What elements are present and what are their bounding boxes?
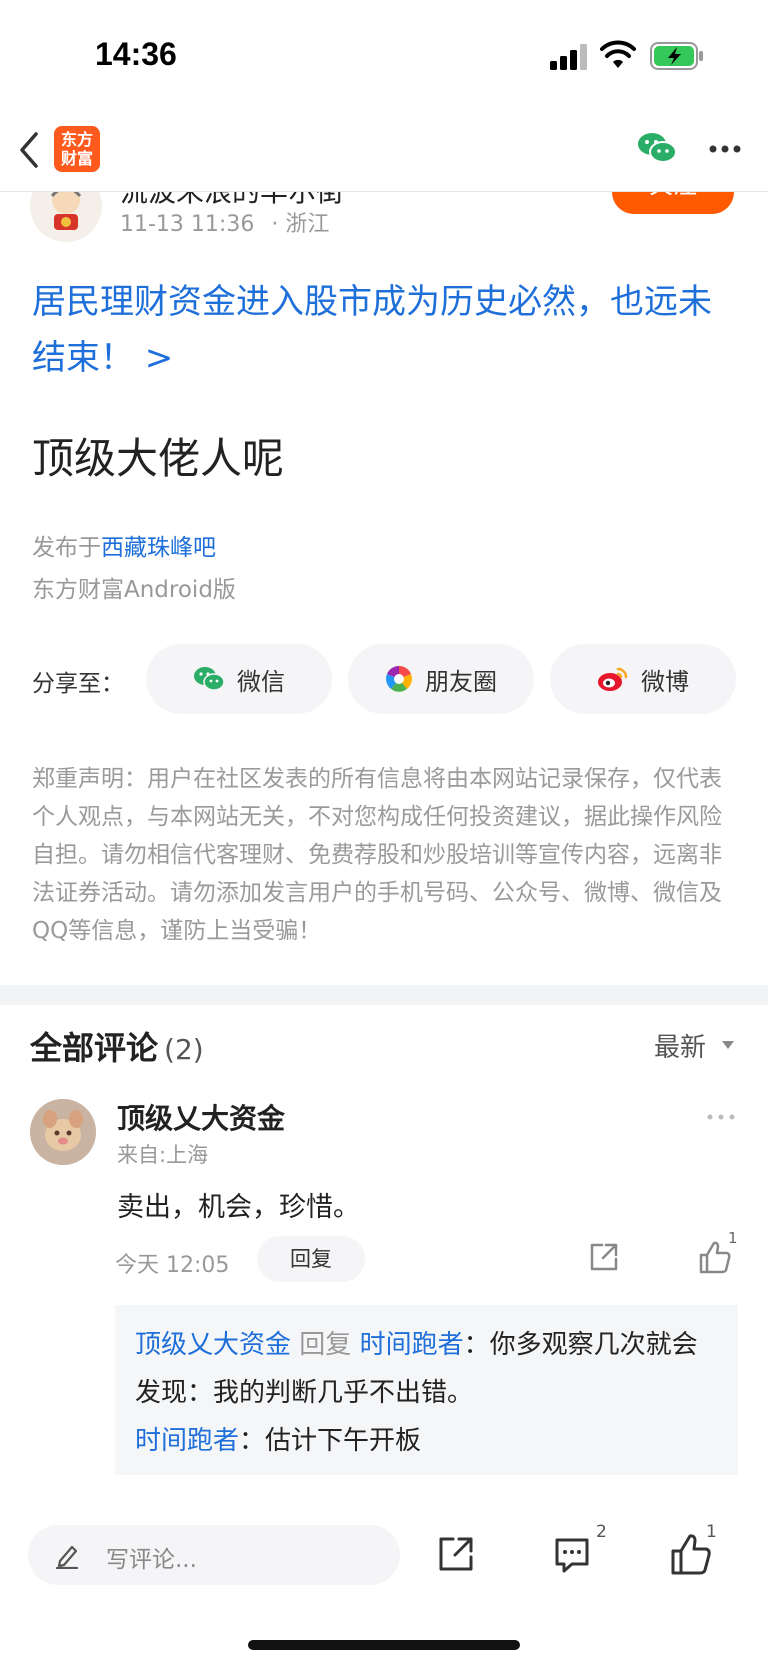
comment-item: 顶级乂大资金 来自:上海 卖出，机会，珍惜。 今天 12:05 回复 1 顶级乂… bbox=[0, 1095, 768, 1490]
reply-user-link[interactable]: 顶级乂大资金 bbox=[135, 1330, 291, 1360]
post-title: 顶级大佬人呢 bbox=[32, 434, 285, 483]
post-datetime: 11-13 11:36 bbox=[120, 212, 255, 237]
comment-icon[interactable] bbox=[552, 1534, 592, 1574]
share-icon[interactable] bbox=[436, 1534, 476, 1574]
reply-line: 顶级乂大资金 回复 时间跑者：你多观察几次就会发现：我的判断几乎不出错。 bbox=[135, 1321, 718, 1417]
commenter-avatar[interactable] bbox=[30, 1099, 96, 1165]
home-indicator[interactable] bbox=[248, 1640, 520, 1650]
comment-like-count: 1 bbox=[728, 1229, 738, 1247]
share-row: 分享至： 微信 朋友圈 微博 bbox=[0, 644, 768, 714]
share-weibo-label: 微博 bbox=[641, 667, 689, 696]
share-wechat-label: 微信 bbox=[237, 667, 285, 696]
comments-header: 全部评论 (2) 最新 bbox=[0, 1005, 768, 1085]
pen-icon bbox=[55, 1545, 79, 1569]
thumbs-up-icon[interactable] bbox=[698, 1239, 732, 1275]
reply-verb: 回复 bbox=[299, 1330, 352, 1360]
reply-thread: 顶级乂大资金 回复 时间跑者：你多观察几次就会发现：我的判断几乎不出错。 时间跑… bbox=[115, 1305, 738, 1475]
published-prefix: 发布于 bbox=[32, 535, 101, 561]
reply-line: 时间跑者：估计下午开板 bbox=[135, 1417, 718, 1465]
share-icon[interactable] bbox=[588, 1241, 620, 1273]
caret-down-icon[interactable] bbox=[722, 1041, 734, 1049]
bottom-comment-count: 2 bbox=[596, 1522, 607, 1542]
reply-user-link[interactable]: 时间跑者 bbox=[135, 1426, 239, 1456]
logo-line-2: 财富 bbox=[60, 149, 93, 168]
wechat-icon bbox=[194, 667, 225, 691]
share-moments-label: 朋友圈 bbox=[425, 667, 497, 696]
wifi-icon bbox=[600, 40, 636, 68]
post-location: · 浙江 bbox=[271, 212, 330, 237]
battery-charging-icon bbox=[650, 42, 703, 70]
follow-button[interactable]: 关注 bbox=[612, 192, 734, 214]
avatar-illustration bbox=[50, 192, 82, 230]
weibo-icon bbox=[598, 667, 628, 691]
moments-icon bbox=[386, 666, 412, 692]
disclaimer: 郑重声明：用户在社区发表的所有信息将由本网站记录保存，仅代表个人观点，与本网站无… bbox=[32, 766, 722, 944]
reply-target-link[interactable]: 时间跑者 bbox=[360, 1330, 464, 1360]
comment-text: 卖出，机会，珍惜。 bbox=[117, 1192, 360, 1223]
status-bar: 14:36 bbox=[0, 0, 768, 110]
section-divider bbox=[0, 985, 768, 1005]
comment-input-placeholder: 写评论... bbox=[106, 1547, 197, 1573]
status-time: 14:36 bbox=[95, 36, 177, 72]
back-arrow-icon[interactable] bbox=[14, 128, 44, 172]
comments-title: 全部评论 (2) bbox=[30, 1023, 204, 1069]
reply-text: ：估计下午开板 bbox=[239, 1426, 422, 1456]
bottom-like-count: 1 bbox=[706, 1522, 717, 1542]
wechat-icon[interactable] bbox=[636, 130, 678, 166]
nav-bar: 东方 财富 bbox=[0, 110, 768, 192]
author-row: 流波未浪的华尔街 11-13 11:36 · 浙江 关注 bbox=[0, 192, 768, 250]
comment-time: 今天 12:05 bbox=[115, 1253, 230, 1278]
post-meta: 11-13 11:36 · 浙江 bbox=[120, 206, 329, 238]
published-in: 发布于西藏珠峰吧 bbox=[32, 528, 216, 562]
client-info: 东方财富Android版 bbox=[32, 577, 236, 603]
share-moments-button[interactable]: 朋友圈 bbox=[348, 644, 534, 714]
headline-link[interactable]: 居民理财资金进入股市成为历史必然，也远未结束！ > bbox=[32, 274, 736, 386]
comment-input[interactable]: 写评论... bbox=[28, 1525, 400, 1585]
logo-line-1: 东方 bbox=[60, 130, 93, 149]
bottom-bar: 写评论... 2 1 bbox=[0, 1510, 768, 1665]
reply-button[interactable]: 回复 bbox=[257, 1236, 365, 1282]
share-wechat-button[interactable]: 微信 bbox=[146, 644, 332, 714]
cellular-signal-icon bbox=[550, 44, 587, 70]
author-avatar[interactable] bbox=[30, 192, 102, 242]
comments-count: (2) bbox=[164, 1033, 204, 1066]
commenter-name[interactable]: 顶级乂大资金 bbox=[117, 1097, 285, 1137]
comments-title-text: 全部评论 bbox=[30, 1029, 159, 1067]
more-icon[interactable] bbox=[708, 144, 742, 154]
share-weibo-button[interactable]: 微博 bbox=[550, 644, 736, 714]
avatar-illustration bbox=[30, 1099, 96, 1165]
more-icon[interactable] bbox=[706, 1113, 736, 1121]
share-label: 分享至： bbox=[32, 671, 124, 697]
commenter-location: 来自:上海 bbox=[117, 1143, 209, 1167]
board-link[interactable]: 西藏珠峰吧 bbox=[101, 535, 216, 561]
app-logo[interactable]: 东方 财富 bbox=[54, 126, 100, 172]
sort-button[interactable]: 最新 bbox=[654, 1027, 706, 1064]
